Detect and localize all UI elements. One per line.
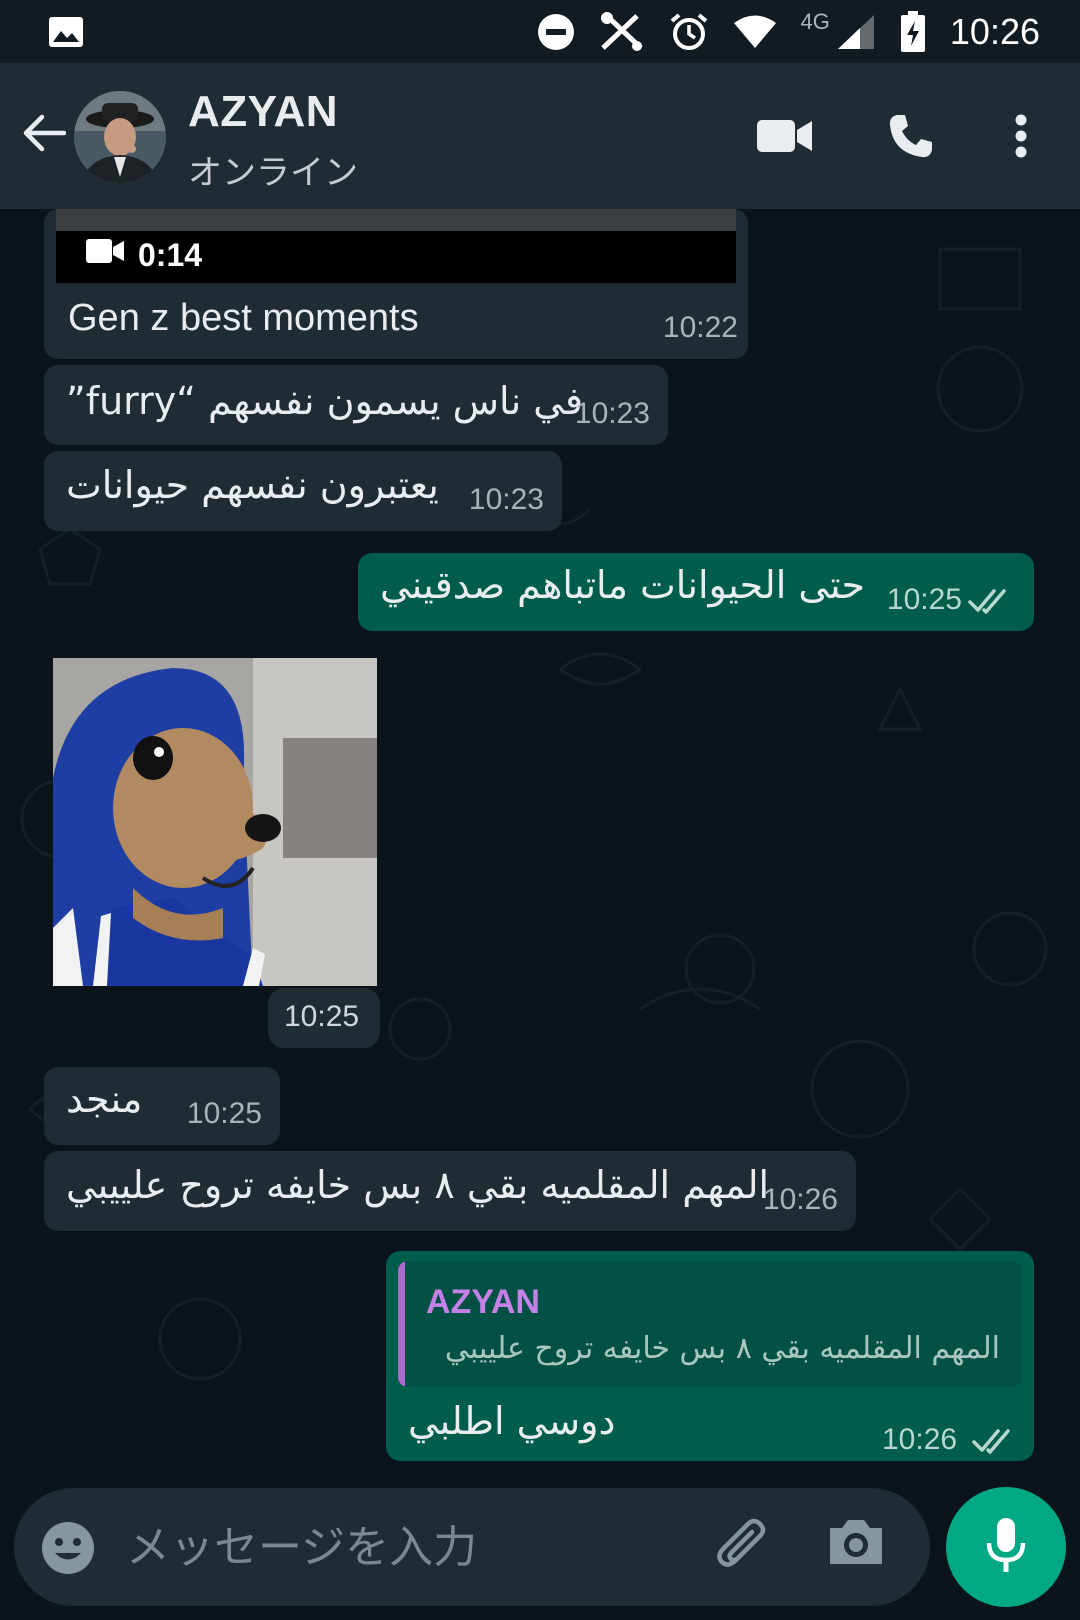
mic-button[interactable] [946,1487,1066,1607]
quote-bar [398,1261,405,1387]
message-time: 10:25 [886,583,962,616]
voice-call-button[interactable] [876,103,946,173]
message-bubble-video[interactable]: 0:14 Gen z best moments 10:22 [44,209,748,359]
signal-icon [836,13,876,51]
mic-icon [984,1516,1028,1579]
more-options-button[interactable] [986,103,1056,173]
attach-icon[interactable] [714,1518,774,1578]
message-bubble[interactable]: يعتبرون نفسهم حيوانات 10:23 [44,451,562,531]
clock: 10:26 [949,10,1040,52]
contact-avatar[interactable] [74,91,166,183]
more-vert-icon [1014,114,1028,163]
message-text: المهم المقلميه بقي ٨ بس خايفه تروح علييب… [66,1163,770,1207]
message-time: 10:25 [186,1097,262,1130]
chat-header: AZYAN オンライン [0,63,1080,209]
chat-area[interactable]: 0:14 Gen z best moments 10:22 في ناس يسم… [0,209,1080,1489]
emoji-icon[interactable] [40,1520,96,1576]
alarm-icon [669,12,709,52]
message-time: 10:26 [762,1183,838,1216]
message-composer [14,1488,930,1606]
camera-icon[interactable] [826,1516,888,1578]
video-call-icon [757,118,813,159]
message-text: في ناس يسمون نفسهم “furry” [66,379,584,423]
video-camera-icon [86,239,124,268]
wifi-icon [733,14,777,50]
message-time: 10:25 [284,1000,360,1033]
message-time: 10:23 [574,397,650,430]
message-text: يعتبرون نفسهم حيوانات [66,463,439,507]
quoted-text: المهم المقلميه بقي ٨ بس خايفه تروح علييب… [444,1331,1000,1366]
back-arrow-icon [22,113,67,158]
message-bubble[interactable]: في ناس يسمون نفسهم “furry” 10:23 [44,365,668,445]
tools-icon [599,11,645,52]
voice-call-icon [888,113,934,164]
quoted-message[interactable]: AZYAN المهم المقلميه بقي ٨ بس خايفه تروح… [398,1261,1022,1387]
message-bubble[interactable]: منجد 10:25 [44,1067,280,1145]
message-text: منجد [66,1077,143,1121]
message-input[interactable] [126,1512,686,1582]
message-bubble-outgoing[interactable]: حتى الحيوانات ماتباهم صدقيني 10:25 [358,553,1034,631]
read-receipt-icon [972,1427,1016,1460]
sticker-time-pill: 10:25 [268,988,380,1048]
message-text: حتى الحيوانات ماتباهم صدقيني [380,563,865,607]
message-bubble[interactable]: المهم المقلميه بقي ٨ بس خايفه تروح علييب… [44,1151,856,1231]
quoted-sender-name: AZYAN [426,1283,540,1321]
back-button[interactable] [18,109,70,161]
status-bar: 4G 10:26 [0,0,1080,63]
gallery-icon [48,16,84,48]
video-call-button[interactable] [750,103,820,173]
sticker-image[interactable] [53,658,377,986]
video-thumbnail[interactable]: 0:14 [56,209,736,283]
message-time: 10:26 [882,1423,958,1456]
read-receipt-icon [968,587,1012,620]
video-duration: 0:14 [138,237,203,273]
message-text: Gen z best moments [68,297,419,339]
contact-name[interactable]: AZYAN [188,87,338,137]
contact-status: オンライン [188,153,358,193]
message-time: 10:23 [468,483,544,516]
network-type-label: 4G [800,8,830,34]
do-not-disturb-icon [537,13,575,51]
message-text: دوسي اطلبي [408,1399,616,1443]
message-time: 10:22 [662,311,738,344]
battery-charging-icon [900,10,926,53]
